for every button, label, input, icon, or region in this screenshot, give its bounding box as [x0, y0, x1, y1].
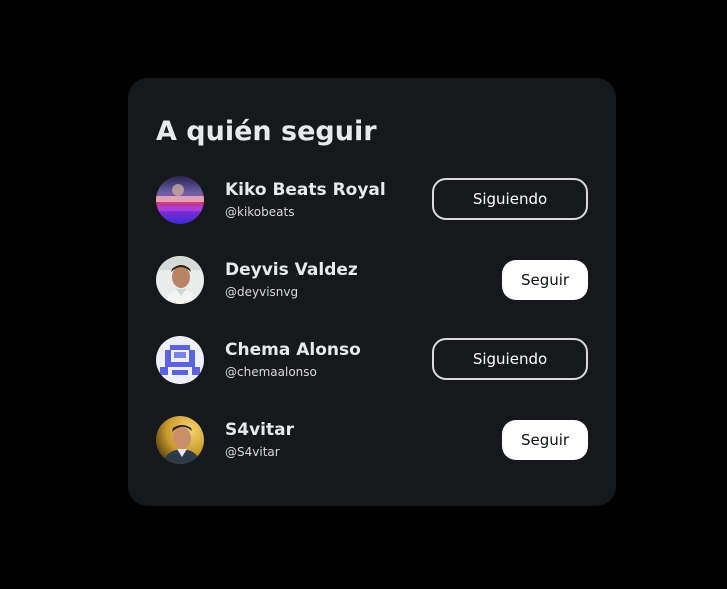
user-name[interactable]: Chema Alonso — [225, 339, 361, 361]
card-title: A quién seguir — [156, 116, 377, 147]
user-row: Deyvis Valdez @deyvisnvg Seguir — [128, 252, 616, 308]
kiko-avatar-icon — [156, 176, 204, 224]
user-name[interactable]: Deyvis Valdez — [225, 259, 358, 281]
user-row: S4vitar @S4vitar Seguir — [128, 412, 616, 468]
follow-button[interactable]: Seguir — [502, 260, 588, 300]
following-button[interactable]: Siguiendo — [432, 178, 588, 220]
user-row: Kiko Beats Royal @kikobeats Siguiendo — [128, 172, 616, 228]
user-handle[interactable]: @deyvisnvg — [225, 284, 298, 300]
user-handle[interactable]: @kikobeats — [225, 204, 294, 220]
chema-avatar-icon — [156, 336, 204, 384]
deyvis-avatar-icon — [156, 256, 204, 304]
user-name[interactable]: S4vitar — [225, 419, 294, 441]
who-to-follow-card: A quién seguir Kiko Beats Royal @kikobea… — [128, 78, 616, 506]
avatar[interactable] — [156, 176, 204, 224]
avatar[interactable] — [156, 336, 204, 384]
user-row: Chema Alonso @chemaalonso Siguiendo — [128, 332, 616, 388]
following-button[interactable]: Siguiendo — [432, 338, 588, 380]
follow-button[interactable]: Seguir — [502, 420, 588, 460]
avatar[interactable] — [156, 416, 204, 464]
s4vitar-avatar-icon — [156, 416, 204, 464]
user-handle[interactable]: @chemaalonso — [225, 364, 317, 380]
user-handle[interactable]: @S4vitar — [225, 444, 280, 460]
user-name[interactable]: Kiko Beats Royal — [225, 179, 386, 201]
avatar[interactable] — [156, 256, 204, 304]
